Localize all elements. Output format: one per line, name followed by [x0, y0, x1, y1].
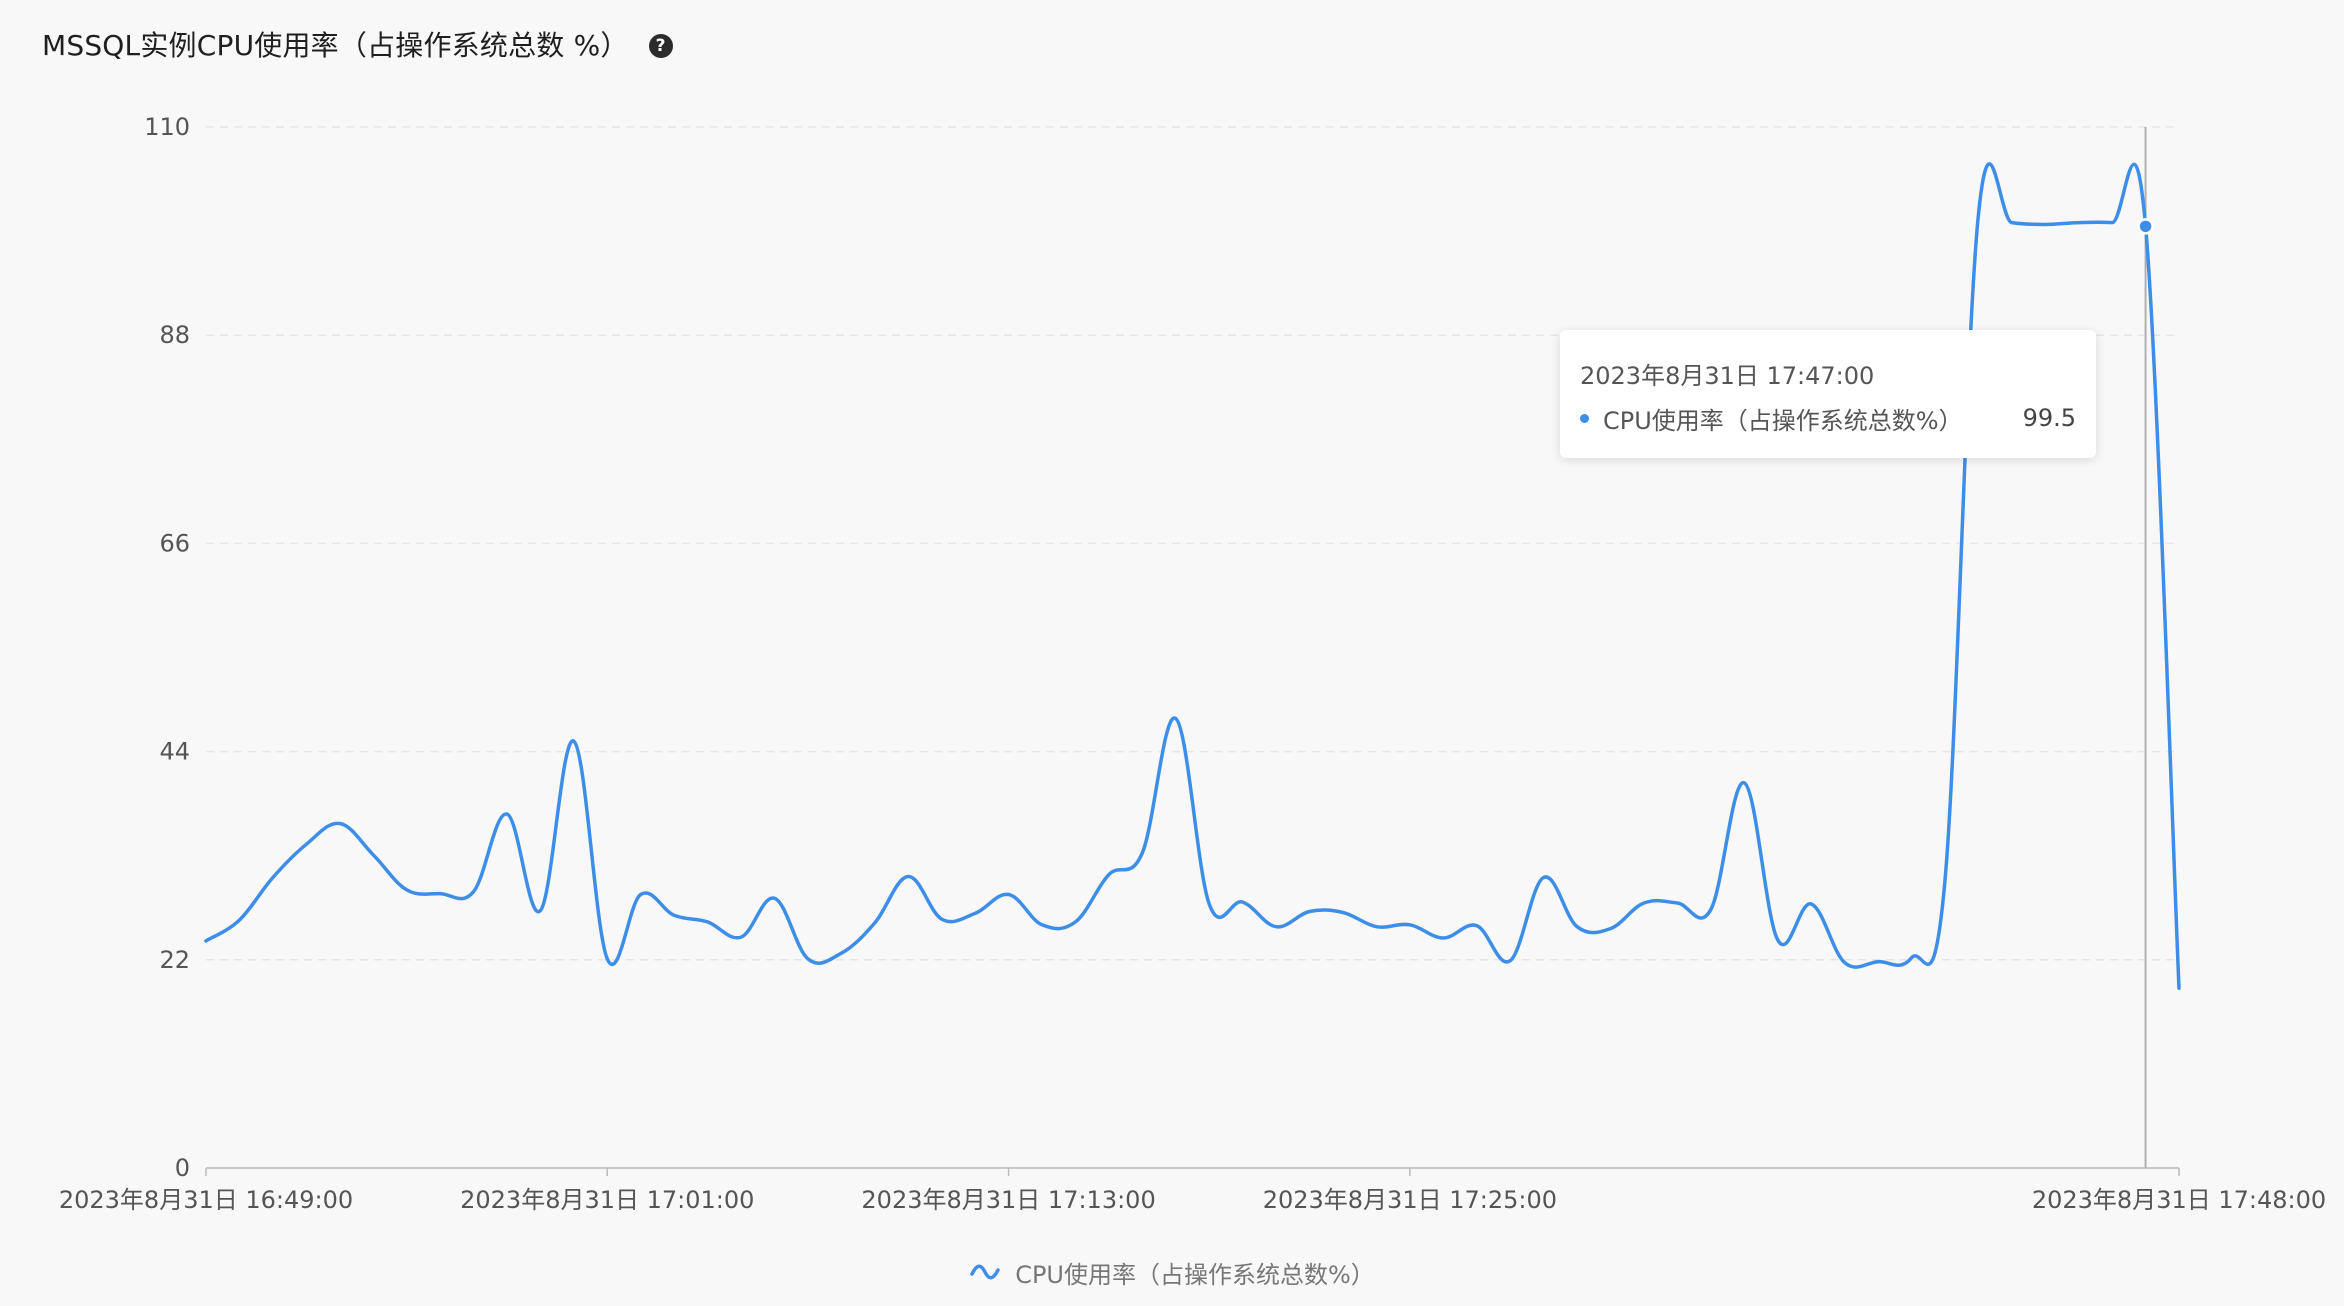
legend-label: CPU使用率（占操作系统总数%） [1015, 1260, 1375, 1289]
grid-lines [206, 126, 2179, 961]
line-series-icon [970, 1264, 1000, 1280]
data-tooltip: 2023年8月31日 17:47:00 CPU使用率（占操作系统总数%） 99.… [1560, 330, 2096, 458]
tooltip-value: 99.5 [2022, 404, 2076, 432]
x-tick-label: 2023年8月31日 17:25:00 [1263, 1186, 1557, 1214]
chart-legend: CPU使用率（占操作系统总数%） [0, 1254, 2344, 1290]
y-tick-label: 22 [159, 946, 190, 974]
axes: 0 22 44 66 88 110 2023年8月31日 16:49:00 2023年8月31… [59, 113, 2326, 1214]
tooltip-series-name: CPU使用率（占操作系统总数%） [1603, 406, 1963, 435]
x-tick-label: 2023年8月31日 17:01:00 [460, 1186, 754, 1214]
highlighted-data-point[interactable] [2137, 218, 2154, 235]
tooltip-time: 2023年8月31日 17:47:00 [1580, 362, 1875, 390]
tooltip-series-marker [1580, 413, 1589, 423]
series-line-cpu-usage[interactable] [204, 162, 2181, 990]
x-tick-label: 2023年8月31日 17:48:00 [2032, 1186, 2326, 1214]
cpu-usage-line-chart[interactable]: 0 22 44 66 88 110 2023年8月31日 16:49:00 2023年8月31… [0, 0, 2344, 1306]
y-tick-label: 44 [159, 738, 190, 766]
y-tick-label: 110 [144, 113, 190, 141]
x-tick-label: 2023年8月31日 17:13:00 [861, 1186, 1155, 1214]
y-tick-label: 0 [175, 1154, 190, 1182]
legend-item-cpu-usage[interactable]: CPU使用率（占操作系统总数%） [969, 1255, 1375, 1290]
y-tick-label: 66 [159, 529, 190, 557]
x-tick-label: 2023年8月31日 16:49:00 [59, 1186, 353, 1214]
tooltip-series-row: CPU使用率（占操作系统总数%） 99.5 [1580, 402, 2076, 435]
y-tick-label: 88 [159, 321, 190, 349]
